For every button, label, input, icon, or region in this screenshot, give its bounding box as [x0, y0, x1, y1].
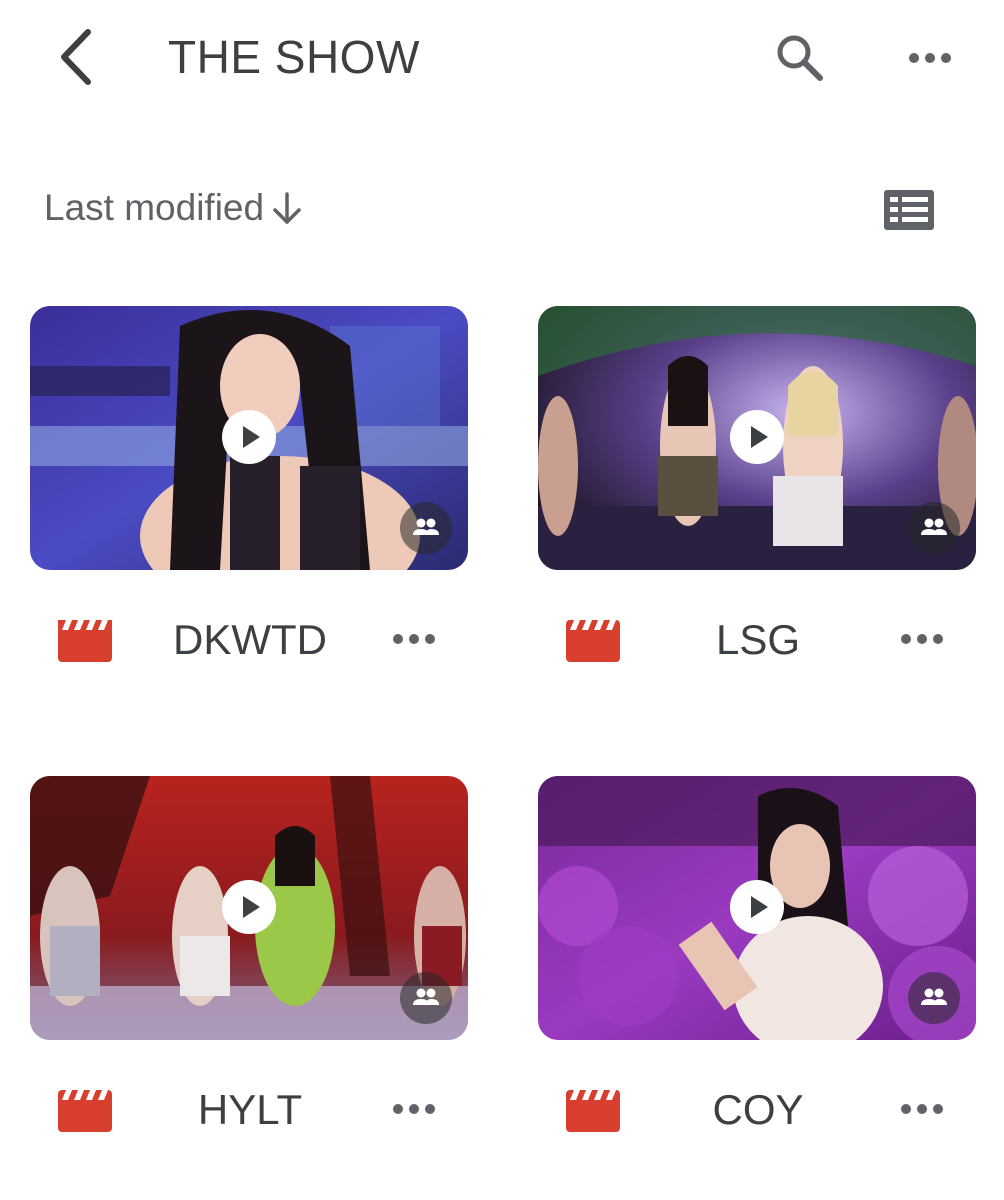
- file-card-coy[interactable]: COY: [538, 776, 976, 1146]
- back-button[interactable]: [52, 24, 108, 90]
- play-icon: [751, 426, 768, 448]
- video-thumbnail[interactable]: [30, 776, 468, 1040]
- play-button[interactable]: [730, 410, 784, 464]
- shared-badge: [400, 502, 452, 554]
- search-icon: [777, 35, 823, 81]
- video-file-icon: [58, 620, 112, 662]
- file-more-button[interactable]: [386, 1088, 442, 1130]
- people-icon: [921, 518, 947, 535]
- play-icon: [243, 896, 260, 918]
- file-info-row: DKWTD: [30, 606, 468, 674]
- file-info-row: LSG: [538, 606, 976, 674]
- file-name: HYLT: [197, 1086, 303, 1133]
- more-horizontal-icon: [901, 1104, 943, 1114]
- file-info-row: COY: [538, 1076, 976, 1144]
- file-name: COY: [712, 1086, 804, 1133]
- people-icon: [413, 988, 439, 1005]
- file-more-button[interactable]: [894, 618, 950, 660]
- video-file-icon: [58, 1090, 112, 1132]
- video-file-icon: [566, 620, 620, 662]
- play-icon: [751, 896, 768, 918]
- more-horizontal-icon: [901, 634, 943, 644]
- more-horizontal-icon: [393, 1104, 435, 1114]
- play-button[interactable]: [222, 410, 276, 464]
- shared-badge: [908, 972, 960, 1024]
- search-button[interactable]: [772, 30, 828, 86]
- file-card-hylt[interactable]: HYLT: [30, 776, 468, 1146]
- list-view-toggle[interactable]: [880, 184, 938, 236]
- sort-bar: Last modified: [0, 170, 1004, 250]
- file-info-row: HYLT: [30, 1076, 468, 1144]
- play-icon: [243, 426, 260, 448]
- chevron-left-icon: [61, 29, 91, 85]
- more-horizontal-icon: [909, 53, 951, 63]
- file-card-lsg[interactable]: LSG: [538, 306, 976, 676]
- people-icon: [921, 988, 947, 1005]
- video-file-icon: [566, 1090, 620, 1132]
- sort-label: Last modified: [44, 187, 265, 228]
- video-thumbnail[interactable]: [30, 306, 468, 570]
- file-name: DKWTD: [173, 616, 327, 663]
- play-button[interactable]: [730, 880, 784, 934]
- top-app-bar: THE SHOW: [0, 0, 1004, 115]
- file-name: LSG: [715, 616, 801, 663]
- sort-button[interactable]: Last modified: [44, 184, 304, 232]
- video-thumbnail[interactable]: [538, 306, 976, 570]
- play-button[interactable]: [222, 880, 276, 934]
- video-thumbnail[interactable]: [538, 776, 976, 1040]
- file-more-button[interactable]: [894, 1088, 950, 1130]
- more-horizontal-icon: [393, 634, 435, 644]
- people-icon: [413, 518, 439, 535]
- arrow-down-icon: [273, 192, 301, 224]
- list-view-icon: [884, 190, 934, 230]
- file-more-button[interactable]: [386, 618, 442, 660]
- shared-badge: [908, 502, 960, 554]
- shared-badge: [400, 972, 452, 1024]
- file-card-dkwtd[interactable]: DKWTD: [30, 306, 468, 676]
- page-title: THE SHOW: [168, 31, 420, 83]
- overflow-menu-button[interactable]: [902, 38, 958, 78]
